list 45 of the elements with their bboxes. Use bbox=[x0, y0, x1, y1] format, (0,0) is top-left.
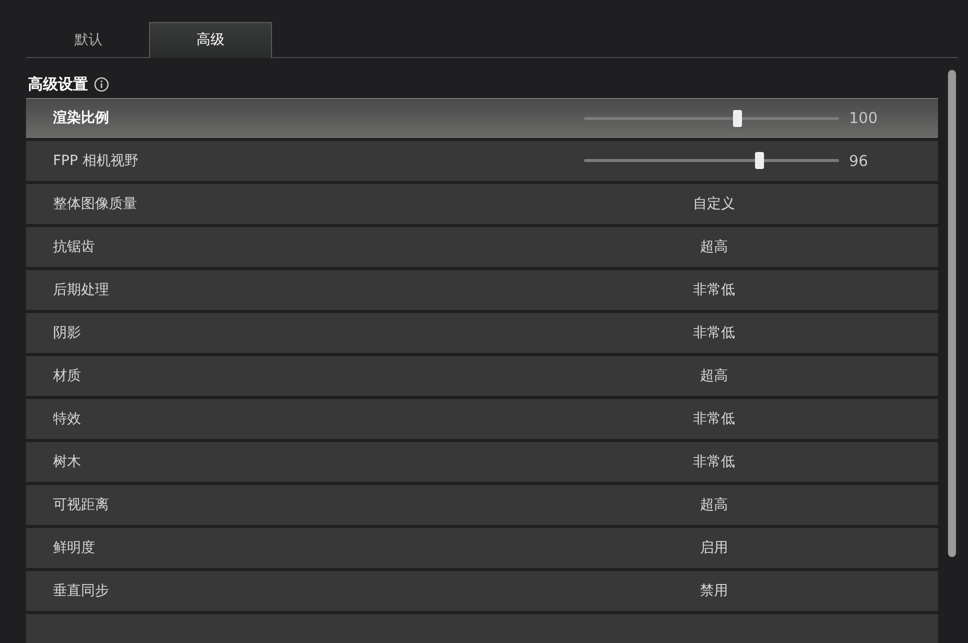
setting-label: FPP 相机视野 bbox=[53, 152, 138, 170]
setting-label: 阴影 bbox=[53, 324, 81, 342]
settings-row[interactable]: 抗锯齿 超高 bbox=[26, 227, 938, 267]
option-value[interactable]: 自定义 bbox=[634, 194, 794, 214]
settings-row[interactable]: 后期处理 非常低 bbox=[26, 270, 938, 310]
settings-row[interactable]: 材质 超高 bbox=[26, 356, 938, 396]
info-icon bbox=[94, 76, 109, 92]
option-value[interactable]: 禁用 bbox=[634, 580, 794, 602]
setting-label: 整体图像质量 bbox=[53, 194, 137, 214]
slider[interactable] bbox=[584, 152, 839, 169]
settings-row[interactable]: 树木 非常低 bbox=[26, 442, 938, 482]
settings-row[interactable]: 特效 非常低 bbox=[26, 399, 938, 439]
setting-label: 后期处理 bbox=[53, 280, 109, 300]
settings-row[interactable]: 可视距离 超高 bbox=[26, 485, 938, 525]
settings-row[interactable]: 阴影 非常低 bbox=[26, 313, 938, 353]
slider-value: 96 bbox=[849, 150, 868, 172]
option-value[interactable]: 超高 bbox=[634, 366, 794, 386]
settings-row[interactable]: 垂直同步 禁用 bbox=[26, 571, 938, 611]
option-value[interactable]: 超高 bbox=[634, 236, 794, 258]
settings-row[interactable]: 整体图像质量 自定义 bbox=[26, 184, 938, 224]
setting-label: 树木 bbox=[53, 452, 81, 472]
option-value[interactable]: 超高 bbox=[634, 494, 794, 516]
slider-thumb[interactable] bbox=[755, 152, 764, 169]
option-value[interactable]: 非常低 bbox=[634, 322, 794, 344]
scrollbar[interactable] bbox=[948, 70, 956, 557]
setting-label: 抗锯齿 bbox=[53, 238, 95, 256]
slider-thumb[interactable] bbox=[732, 110, 742, 127]
settings-row[interactable]: 渲染比例 100 bbox=[26, 98, 938, 138]
setting-label: 垂直同步 bbox=[53, 582, 109, 600]
settings-row[interactable]: 鲜明度 启用 bbox=[26, 528, 938, 568]
tab[interactable]: 默认 bbox=[28, 22, 149, 58]
setting-label: 渲染比例 bbox=[53, 108, 109, 128]
section-title: 高级设置 bbox=[28, 74, 88, 95]
option-value[interactable]: 非常低 bbox=[634, 408, 794, 430]
slider-value: 100 bbox=[849, 108, 878, 130]
option-value[interactable]: 非常低 bbox=[634, 280, 794, 300]
settings-row[interactable]: FPP 相机视野 96 bbox=[26, 141, 938, 181]
tab[interactable]: 高级 bbox=[149, 22, 272, 58]
option-value[interactable]: 非常低 bbox=[634, 452, 794, 472]
option-value[interactable]: 启用 bbox=[634, 538, 794, 558]
setting-label: 鲜明度 bbox=[53, 538, 95, 558]
setting-label: 材质 bbox=[53, 366, 81, 386]
setting-label: 可视距离 bbox=[53, 496, 109, 514]
setting-label: 特效 bbox=[53, 410, 81, 428]
slider[interactable] bbox=[584, 110, 839, 127]
